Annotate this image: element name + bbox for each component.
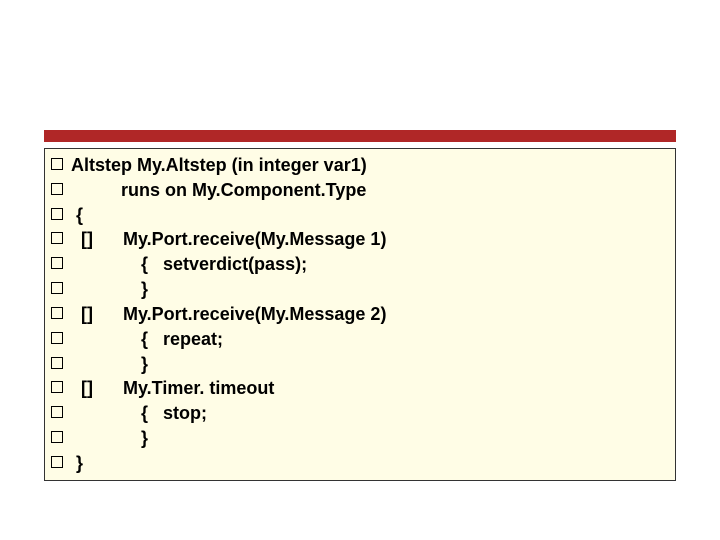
code-text: } (71, 277, 669, 302)
code-line: } (51, 277, 669, 302)
slide: Altstep My.Altstep (in integer var1) run… (0, 0, 720, 540)
code-line: Altstep My.Altstep (in integer var1) (51, 153, 669, 178)
code-line: { setverdict(pass); (51, 252, 669, 277)
square-bullet-icon (51, 406, 63, 418)
code-line: { repeat; (51, 327, 669, 352)
code-line: { stop; (51, 401, 669, 426)
code-line: { (51, 203, 669, 228)
code-text: } (71, 451, 669, 476)
code-text: } (71, 352, 669, 377)
square-bullet-icon (51, 431, 63, 443)
square-bullet-icon (51, 282, 63, 294)
code-text: { stop; (71, 401, 669, 426)
code-text: Altstep My.Altstep (in integer var1) (71, 153, 669, 178)
square-bullet-icon (51, 357, 63, 369)
code-text: runs on My.Component.Type (71, 178, 669, 203)
accent-bar (44, 130, 676, 142)
code-line: [] My.Timer. timeout (51, 376, 669, 401)
code-text: [] My.Port.receive(My.Message 2) (71, 302, 669, 327)
code-line: runs on My.Component.Type (51, 178, 669, 203)
code-text: { repeat; (71, 327, 669, 352)
code-text: [] My.Port.receive(My.Message 1) (71, 227, 669, 252)
code-line: } (51, 426, 669, 451)
square-bullet-icon (51, 208, 63, 220)
code-text: { (71, 203, 669, 228)
square-bullet-icon (51, 307, 63, 319)
square-bullet-icon (51, 381, 63, 393)
square-bullet-icon (51, 158, 63, 170)
code-text: { setverdict(pass); (71, 252, 669, 277)
square-bullet-icon (51, 232, 63, 244)
square-bullet-icon (51, 257, 63, 269)
code-block: Altstep My.Altstep (in integer var1) run… (44, 148, 676, 481)
code-line: [] My.Port.receive(My.Message 1) (51, 227, 669, 252)
code-line: } (51, 352, 669, 377)
square-bullet-icon (51, 183, 63, 195)
code-line: [] My.Port.receive(My.Message 2) (51, 302, 669, 327)
code-text: [] My.Timer. timeout (71, 376, 669, 401)
code-line: } (51, 451, 669, 476)
square-bullet-icon (51, 332, 63, 344)
square-bullet-icon (51, 456, 63, 468)
code-text: } (71, 426, 669, 451)
